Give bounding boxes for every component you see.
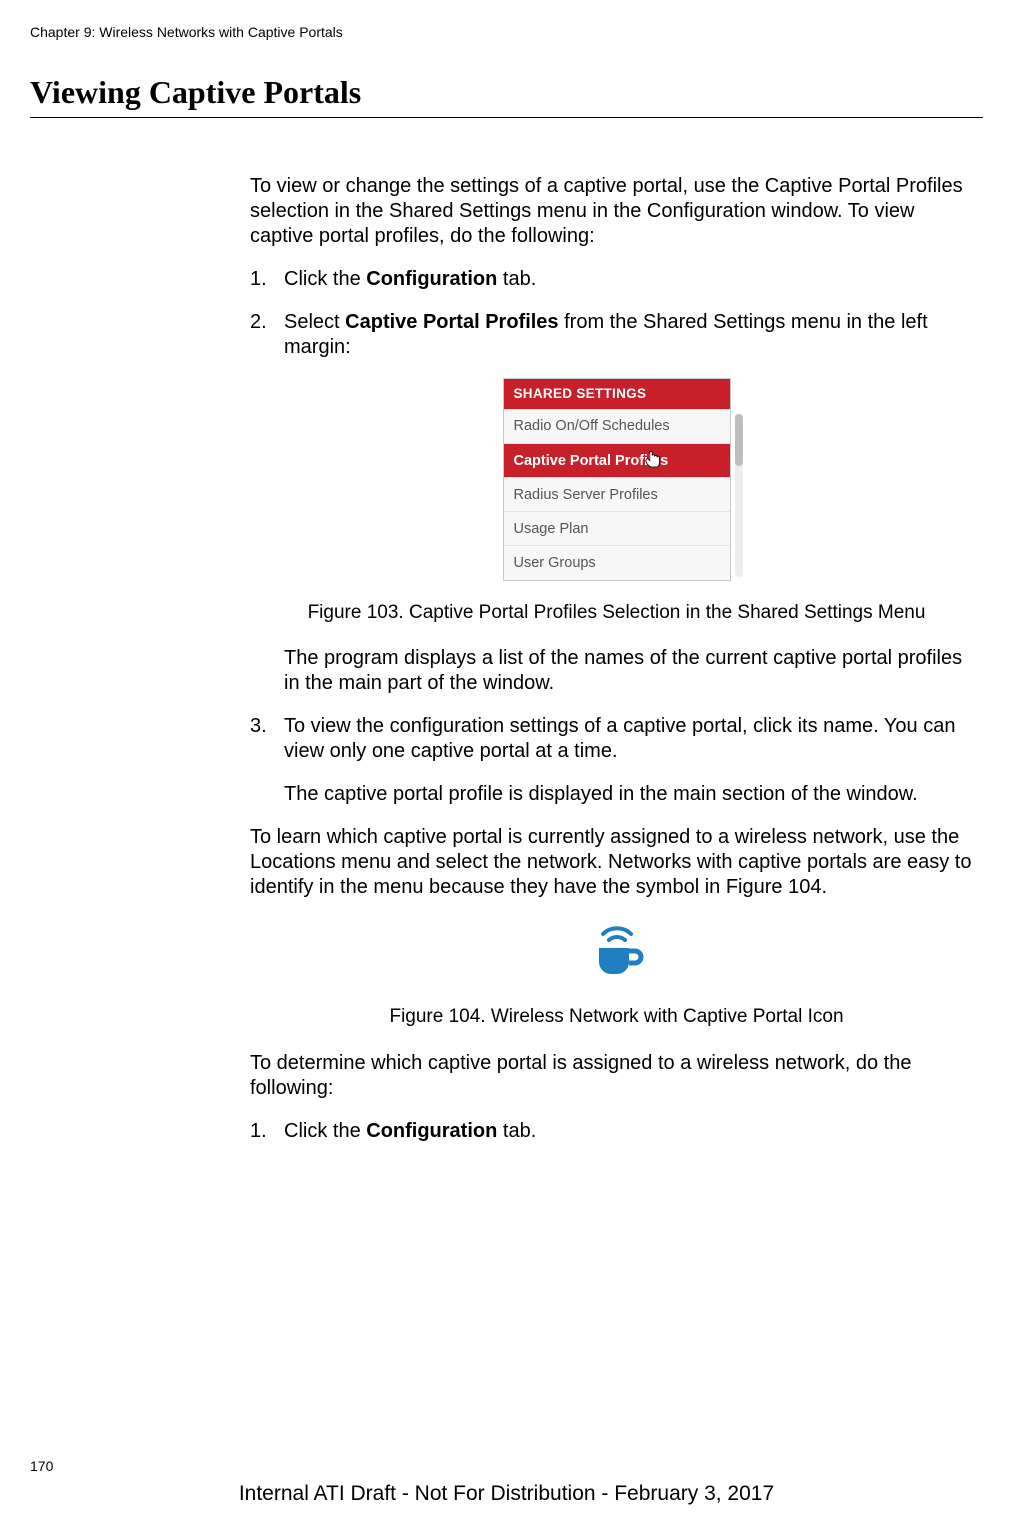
menu-item-usage-plan[interactable]: Usage Plan <box>504 511 730 545</box>
step-body: The program displays a list of the names… <box>284 646 983 696</box>
figure-104: Figure 104. Wireless Network with Captiv… <box>250 918 983 1029</box>
text: tab. <box>497 268 536 290</box>
menu-item-radius-server-profiles[interactable]: Radius Server Profiles <box>504 477 730 511</box>
menu-item-user-groups[interactable]: User Groups <box>504 545 730 579</box>
steps2-step-1: 1. Click the Configuration tab. <box>250 1119 983 1144</box>
step-2: 2. Select Captive Portal Profiles from t… <box>250 310 983 360</box>
figure-103: SHARED SETTINGS Radio On/Off Schedules C… <box>250 378 983 624</box>
paragraph-determine: To determine which captive portal is ass… <box>250 1051 983 1101</box>
text: To view the configuration settings of a … <box>284 714 983 764</box>
bold-text: Configuration <box>366 1120 497 1142</box>
menu-box: SHARED SETTINGS Radio On/Off Schedules C… <box>503 378 731 581</box>
text: The program displays a list of the names… <box>284 646 983 696</box>
step-2-note: The program displays a list of the names… <box>250 646 983 696</box>
text: tab. <box>497 1120 536 1142</box>
page-number: 170 <box>30 1458 53 1474</box>
page: Chapter 9: Wireless Networks with Captiv… <box>0 0 1013 1526</box>
menu-item-captive-portal-profiles[interactable]: Captive Portal Profiles <box>504 443 730 477</box>
step-number: 1. <box>250 1119 284 1144</box>
step-number: 3. <box>250 714 284 807</box>
section-title: Viewing Captive Portals <box>30 74 983 111</box>
menu-item-radio-schedules[interactable]: Radio On/Off Schedules <box>504 409 730 443</box>
captive-portal-icon <box>589 918 645 978</box>
bold-text: Configuration <box>366 268 497 290</box>
text: Click the <box>284 268 366 290</box>
step-body: Select Captive Portal Profiles from the … <box>284 310 983 360</box>
paragraph-learn: To learn which captive portal is current… <box>250 825 983 900</box>
step-body: Click the Configuration tab. <box>284 1119 983 1144</box>
step-number: 2. <box>250 310 284 360</box>
step-body: To view the configuration settings of a … <box>284 714 983 807</box>
intro-paragraph: To view or change the settings of a capt… <box>250 174 983 249</box>
figure-caption: Figure 104. Wireless Network with Captiv… <box>250 1005 983 1029</box>
step-3: 3. To view the configuration settings of… <box>250 714 983 807</box>
scrollbar-thumb[interactable] <box>735 414 743 466</box>
running-header: Chapter 9: Wireless Networks with Captiv… <box>30 24 983 40</box>
text: Select <box>284 311 345 333</box>
footer-draft: Internal ATI Draft - Not For Distributio… <box>0 1482 1013 1506</box>
title-rule <box>30 117 983 118</box>
figure-caption: Figure 103. Captive Portal Profiles Sele… <box>250 601 983 625</box>
text: The captive portal profile is displayed … <box>284 782 983 807</box>
shared-settings-menu: SHARED SETTINGS Radio On/Off Schedules C… <box>503 378 731 581</box>
text: Click the <box>284 1120 366 1142</box>
step-number-blank <box>250 646 284 696</box>
step-number: 1. <box>250 267 284 292</box>
step-1: 1. Click the Configuration tab. <box>250 267 983 292</box>
menu-header: SHARED SETTINGS <box>504 379 730 409</box>
menu-scrollbar[interactable] <box>735 414 743 577</box>
bold-text: Captive Portal Profiles <box>345 311 558 333</box>
step-body: Click the Configuration tab. <box>284 267 983 292</box>
body-content: To view or change the settings of a capt… <box>250 174 983 1144</box>
